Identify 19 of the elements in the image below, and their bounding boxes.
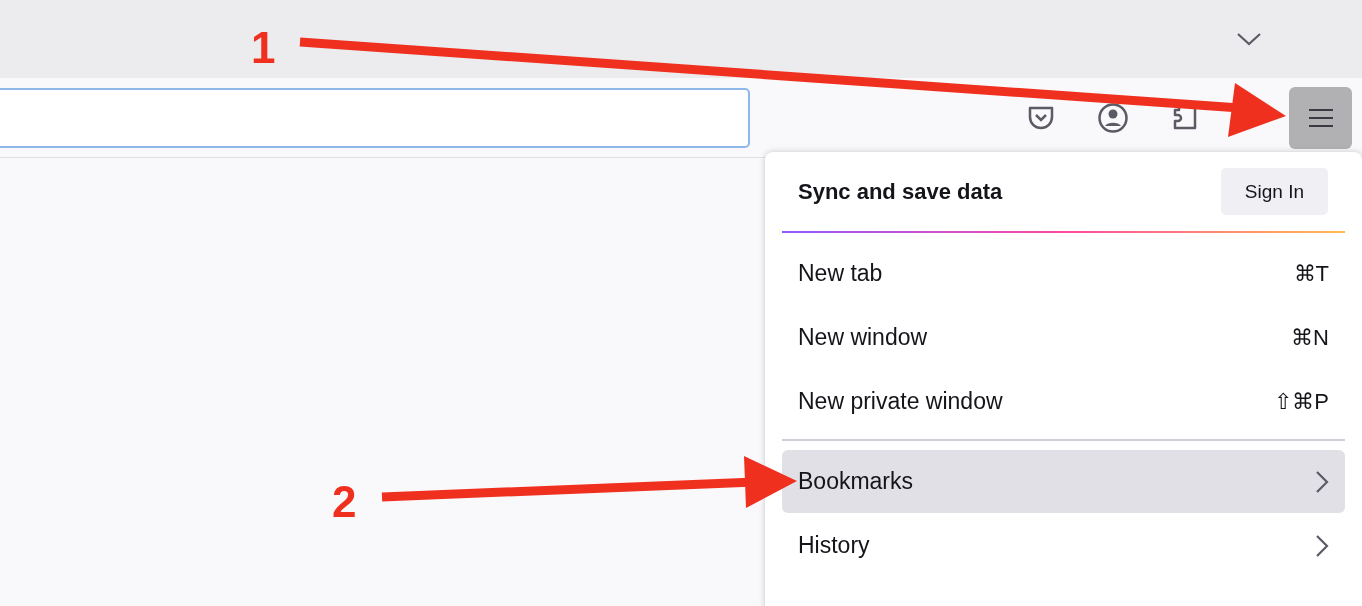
shortcut-label: ⌘N bbox=[1291, 324, 1329, 351]
chevron-down-icon[interactable] bbox=[1236, 32, 1262, 46]
chevron-right-icon bbox=[1315, 469, 1329, 494]
address-field[interactable] bbox=[0, 87, 750, 148]
menu-item[interactable]: Bookmarks bbox=[782, 450, 1345, 513]
menu-title: Sync and save data bbox=[798, 178, 1003, 205]
annotation-number: 1 bbox=[251, 23, 276, 72]
annotation-number: 2 bbox=[332, 477, 357, 526]
menu-icon bbox=[1307, 107, 1334, 128]
chevron-right-icon bbox=[1315, 533, 1329, 558]
shortcut-label: ⌘T bbox=[1293, 260, 1329, 287]
menu-item[interactable]: New private window ⇧⌘P bbox=[782, 370, 1345, 433]
menu-button[interactable] bbox=[1289, 86, 1352, 149]
menu-item[interactable]: History bbox=[782, 514, 1345, 577]
menu-item[interactable]: New tab ⌘T bbox=[782, 242, 1345, 305]
shortcut-label: ⇧⌘P bbox=[1274, 388, 1329, 415]
sign-in-button[interactable]: Sign In bbox=[1220, 168, 1328, 215]
menu-item[interactable]: New window ⌘N bbox=[782, 306, 1345, 369]
account-icon[interactable] bbox=[1097, 101, 1129, 134]
